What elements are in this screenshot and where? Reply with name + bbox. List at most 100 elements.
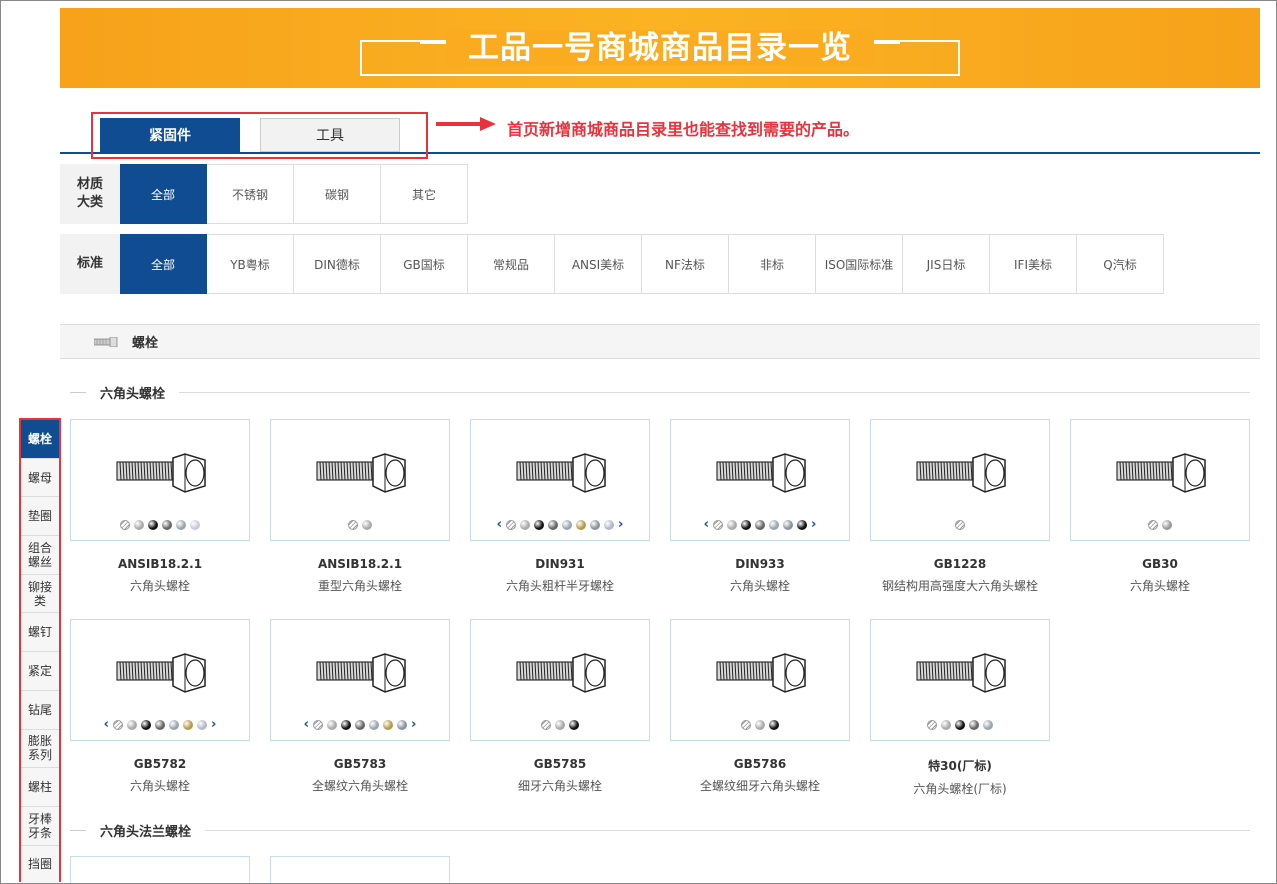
chevron-right-icon[interactable]: ›	[411, 718, 416, 731]
finish-swatch[interactable]	[169, 720, 179, 730]
finish-swatch[interactable]	[355, 720, 365, 730]
material-option[interactable]: 全部	[120, 164, 207, 224]
product-name[interactable]: 重型六角头螺栓	[270, 577, 450, 594]
product-card[interactable]: GB1228 钢结构用高强度大六角头螺栓	[870, 419, 1050, 594]
finish-swatch[interactable]	[134, 520, 144, 530]
finish-swatch[interactable]	[797, 520, 807, 530]
side-nav-item[interactable]: 牙棒 牙条	[21, 806, 59, 846]
product-card[interactable]	[70, 856, 250, 884]
side-nav-item[interactable]: 钻尾	[21, 690, 59, 730]
standard-option[interactable]: JIS日标	[903, 234, 990, 294]
product-image[interactable]	[870, 619, 1050, 741]
finish-swatch[interactable]	[141, 720, 151, 730]
finish-swatch[interactable]	[1162, 520, 1172, 530]
side-nav-item[interactable]: 膨胀 系列	[21, 729, 59, 769]
product-name[interactable]: 六角头螺栓(厂标)	[870, 780, 1050, 797]
chevron-left-icon[interactable]: ‹	[497, 518, 502, 531]
finish-swatch[interactable]	[983, 720, 993, 730]
finish-swatch[interactable]	[127, 720, 137, 730]
standard-option[interactable]: YB粤标	[207, 234, 294, 294]
product-code[interactable]: GB30	[1070, 557, 1250, 571]
finish-swatch[interactable]	[955, 720, 965, 730]
finish-swatch[interactable]	[755, 520, 765, 530]
product-image[interactable]	[670, 619, 850, 741]
product-card[interactable]: ‹ › DIN931 六角头粗杆半牙螺栓	[470, 419, 650, 594]
product-code[interactable]: GB5783	[270, 757, 450, 771]
product-card[interactable]: ‹ › GB5782 六角头螺栓	[70, 619, 250, 794]
finish-swatch[interactable]	[341, 720, 351, 730]
finish-swatch[interactable]	[1148, 520, 1158, 530]
finish-swatch[interactable]	[327, 720, 337, 730]
standard-option[interactable]: GB国标	[381, 234, 468, 294]
product-card[interactable]: ANSIB18.2.1 重型六角头螺栓	[270, 419, 450, 594]
product-card[interactable]: ‹ › GB5783 全螺纹六角头螺栓	[270, 619, 450, 794]
material-option[interactable]: 不锈钢	[207, 164, 294, 224]
product-code[interactable]: GB5786	[670, 757, 850, 771]
side-nav-item[interactable]: 紧定	[21, 652, 59, 691]
material-option[interactable]: 碳钢	[294, 164, 381, 224]
product-card[interactable]: 特30(厂标) 六角头螺栓(厂标)	[870, 619, 1050, 797]
chevron-right-icon[interactable]: ›	[811, 518, 816, 531]
product-code[interactable]: 特30(厂标)	[870, 757, 1050, 774]
finish-swatch[interactable]	[362, 520, 372, 530]
product-card[interactable]: GB5785 细牙六角头螺栓	[470, 619, 650, 794]
standard-option[interactable]: Q汽标	[1077, 234, 1164, 294]
product-name[interactable]: 全螺纹六角头螺栓	[270, 777, 450, 794]
finish-swatch[interactable]	[183, 720, 193, 730]
side-nav-item[interactable]: 螺栓	[21, 420, 59, 459]
product-image[interactable]	[870, 419, 1050, 541]
product-name[interactable]: 六角头螺栓	[670, 577, 850, 594]
product-code[interactable]: GB5782	[70, 757, 250, 771]
finish-swatch[interactable]	[534, 520, 544, 530]
standard-option[interactable]: ANSI美标	[555, 234, 642, 294]
product-image[interactable]	[470, 619, 650, 741]
finish-swatch[interactable]	[755, 720, 765, 730]
product-image[interactable]	[70, 419, 250, 541]
product-code[interactable]: DIN931	[470, 557, 650, 571]
finish-swatch[interactable]	[397, 720, 407, 730]
standard-option[interactable]: 常规品	[468, 234, 555, 294]
product-name[interactable]: 六角头螺栓	[70, 577, 250, 594]
product-card[interactable]: ANSIB18.2.1 六角头螺栓	[70, 419, 250, 594]
finish-swatch[interactable]	[369, 720, 379, 730]
product-card[interactable]: GB30 六角头螺栓	[1070, 419, 1250, 594]
product-name[interactable]: 钢结构用高强度大六角头螺栓	[870, 577, 1050, 594]
side-nav-item[interactable]: 挡圈	[21, 845, 59, 884]
product-card[interactable]	[270, 856, 450, 884]
finish-swatch[interactable]	[548, 520, 558, 530]
product-name[interactable]: 全螺纹细牙六角头螺栓	[670, 777, 850, 794]
product-image[interactable]: ‹ ›	[470, 419, 650, 541]
finish-swatch[interactable]	[741, 720, 751, 730]
finish-swatch[interactable]	[727, 520, 737, 530]
product-name[interactable]: 六角头螺栓	[1070, 577, 1250, 594]
standard-option[interactable]: ISO国际标准	[816, 234, 903, 294]
finish-swatch[interactable]	[506, 520, 516, 530]
finish-swatch[interactable]	[383, 720, 393, 730]
product-card[interactable]: ‹ › DIN933 六角头螺栓	[670, 419, 850, 594]
finish-swatch[interactable]	[162, 520, 172, 530]
chevron-left-icon[interactable]: ‹	[104, 718, 109, 731]
finish-swatch[interactable]	[197, 720, 207, 730]
finish-swatch[interactable]	[783, 520, 793, 530]
chevron-right-icon[interactable]: ›	[211, 718, 216, 731]
finish-swatch[interactable]	[604, 520, 614, 530]
finish-swatch[interactable]	[941, 720, 951, 730]
side-nav-item[interactable]: 铆接类	[21, 574, 59, 614]
standard-option[interactable]: DIN德标	[294, 234, 381, 294]
product-image[interactable]	[1070, 419, 1250, 541]
chevron-left-icon[interactable]: ‹	[704, 518, 709, 531]
product-code[interactable]: ANSIB18.2.1	[70, 557, 250, 571]
finish-swatch[interactable]	[520, 520, 530, 530]
chevron-left-icon[interactable]: ‹	[304, 718, 309, 731]
product-name[interactable]: 细牙六角头螺栓	[470, 777, 650, 794]
product-name[interactable]: 六角头粗杆半牙螺栓	[470, 577, 650, 594]
product-image[interactable]: ‹ ›	[670, 419, 850, 541]
finish-swatch[interactable]	[555, 720, 565, 730]
finish-swatch[interactable]	[148, 520, 158, 530]
finish-swatch[interactable]	[120, 520, 130, 530]
product-code[interactable]: GB1228	[870, 557, 1050, 571]
finish-swatch[interactable]	[741, 520, 751, 530]
finish-swatch[interactable]	[769, 520, 779, 530]
side-nav-item[interactable]: 螺母	[21, 458, 59, 498]
product-code[interactable]: DIN933	[670, 557, 850, 571]
